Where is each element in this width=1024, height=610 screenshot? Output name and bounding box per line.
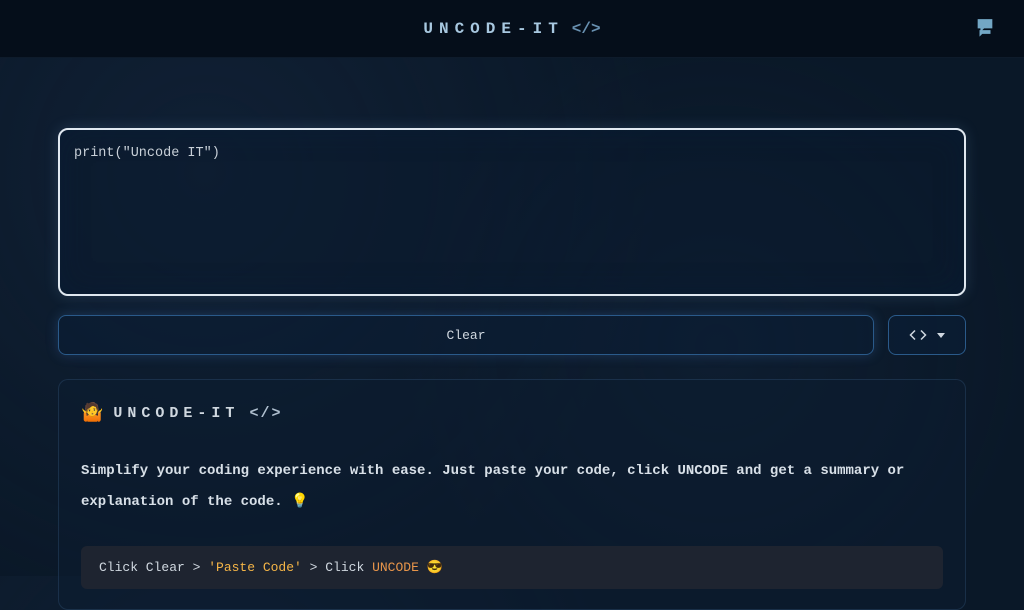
clear-button[interactable]: Clear	[58, 315, 874, 355]
main-content: Clear 🤷 UNCODE-IT </> Simplify your codi…	[0, 58, 1024, 610]
hint-prefix: Click Clear >	[99, 560, 208, 575]
panel-description: Simplify your coding experience with eas…	[81, 456, 943, 518]
code-icon: </>	[572, 20, 601, 38]
mode-dropdown[interactable]	[888, 315, 966, 355]
panel-title-text: UNCODE-IT	[113, 405, 239, 422]
chevron-down-icon	[937, 333, 945, 338]
controls-row: Clear	[58, 315, 966, 355]
code-input[interactable]	[58, 128, 966, 296]
usage-hint: Click Clear > 'Paste Code' > Click UNCOD…	[81, 546, 943, 589]
chat-icon[interactable]	[974, 15, 996, 42]
hint-mid: > Click	[302, 560, 372, 575]
shrug-emoji-icon: 🤷	[81, 402, 103, 424]
hint-uncode: UNCODE	[372, 560, 419, 575]
code-brackets-icon	[909, 326, 927, 344]
code-icon: </>	[249, 405, 282, 422]
hint-suffix: 😎	[419, 560, 443, 575]
logo-text: UNCODE-IT	[423, 20, 563, 38]
panel-title: 🤷 UNCODE-IT </>	[81, 402, 943, 424]
info-panel: 🤷 UNCODE-IT </> Simplify your coding exp…	[58, 379, 966, 610]
app-logo: UNCODE-IT </>	[423, 20, 600, 38]
hint-paste: 'Paste Code'	[208, 560, 302, 575]
app-header: UNCODE-IT </>	[0, 0, 1024, 58]
